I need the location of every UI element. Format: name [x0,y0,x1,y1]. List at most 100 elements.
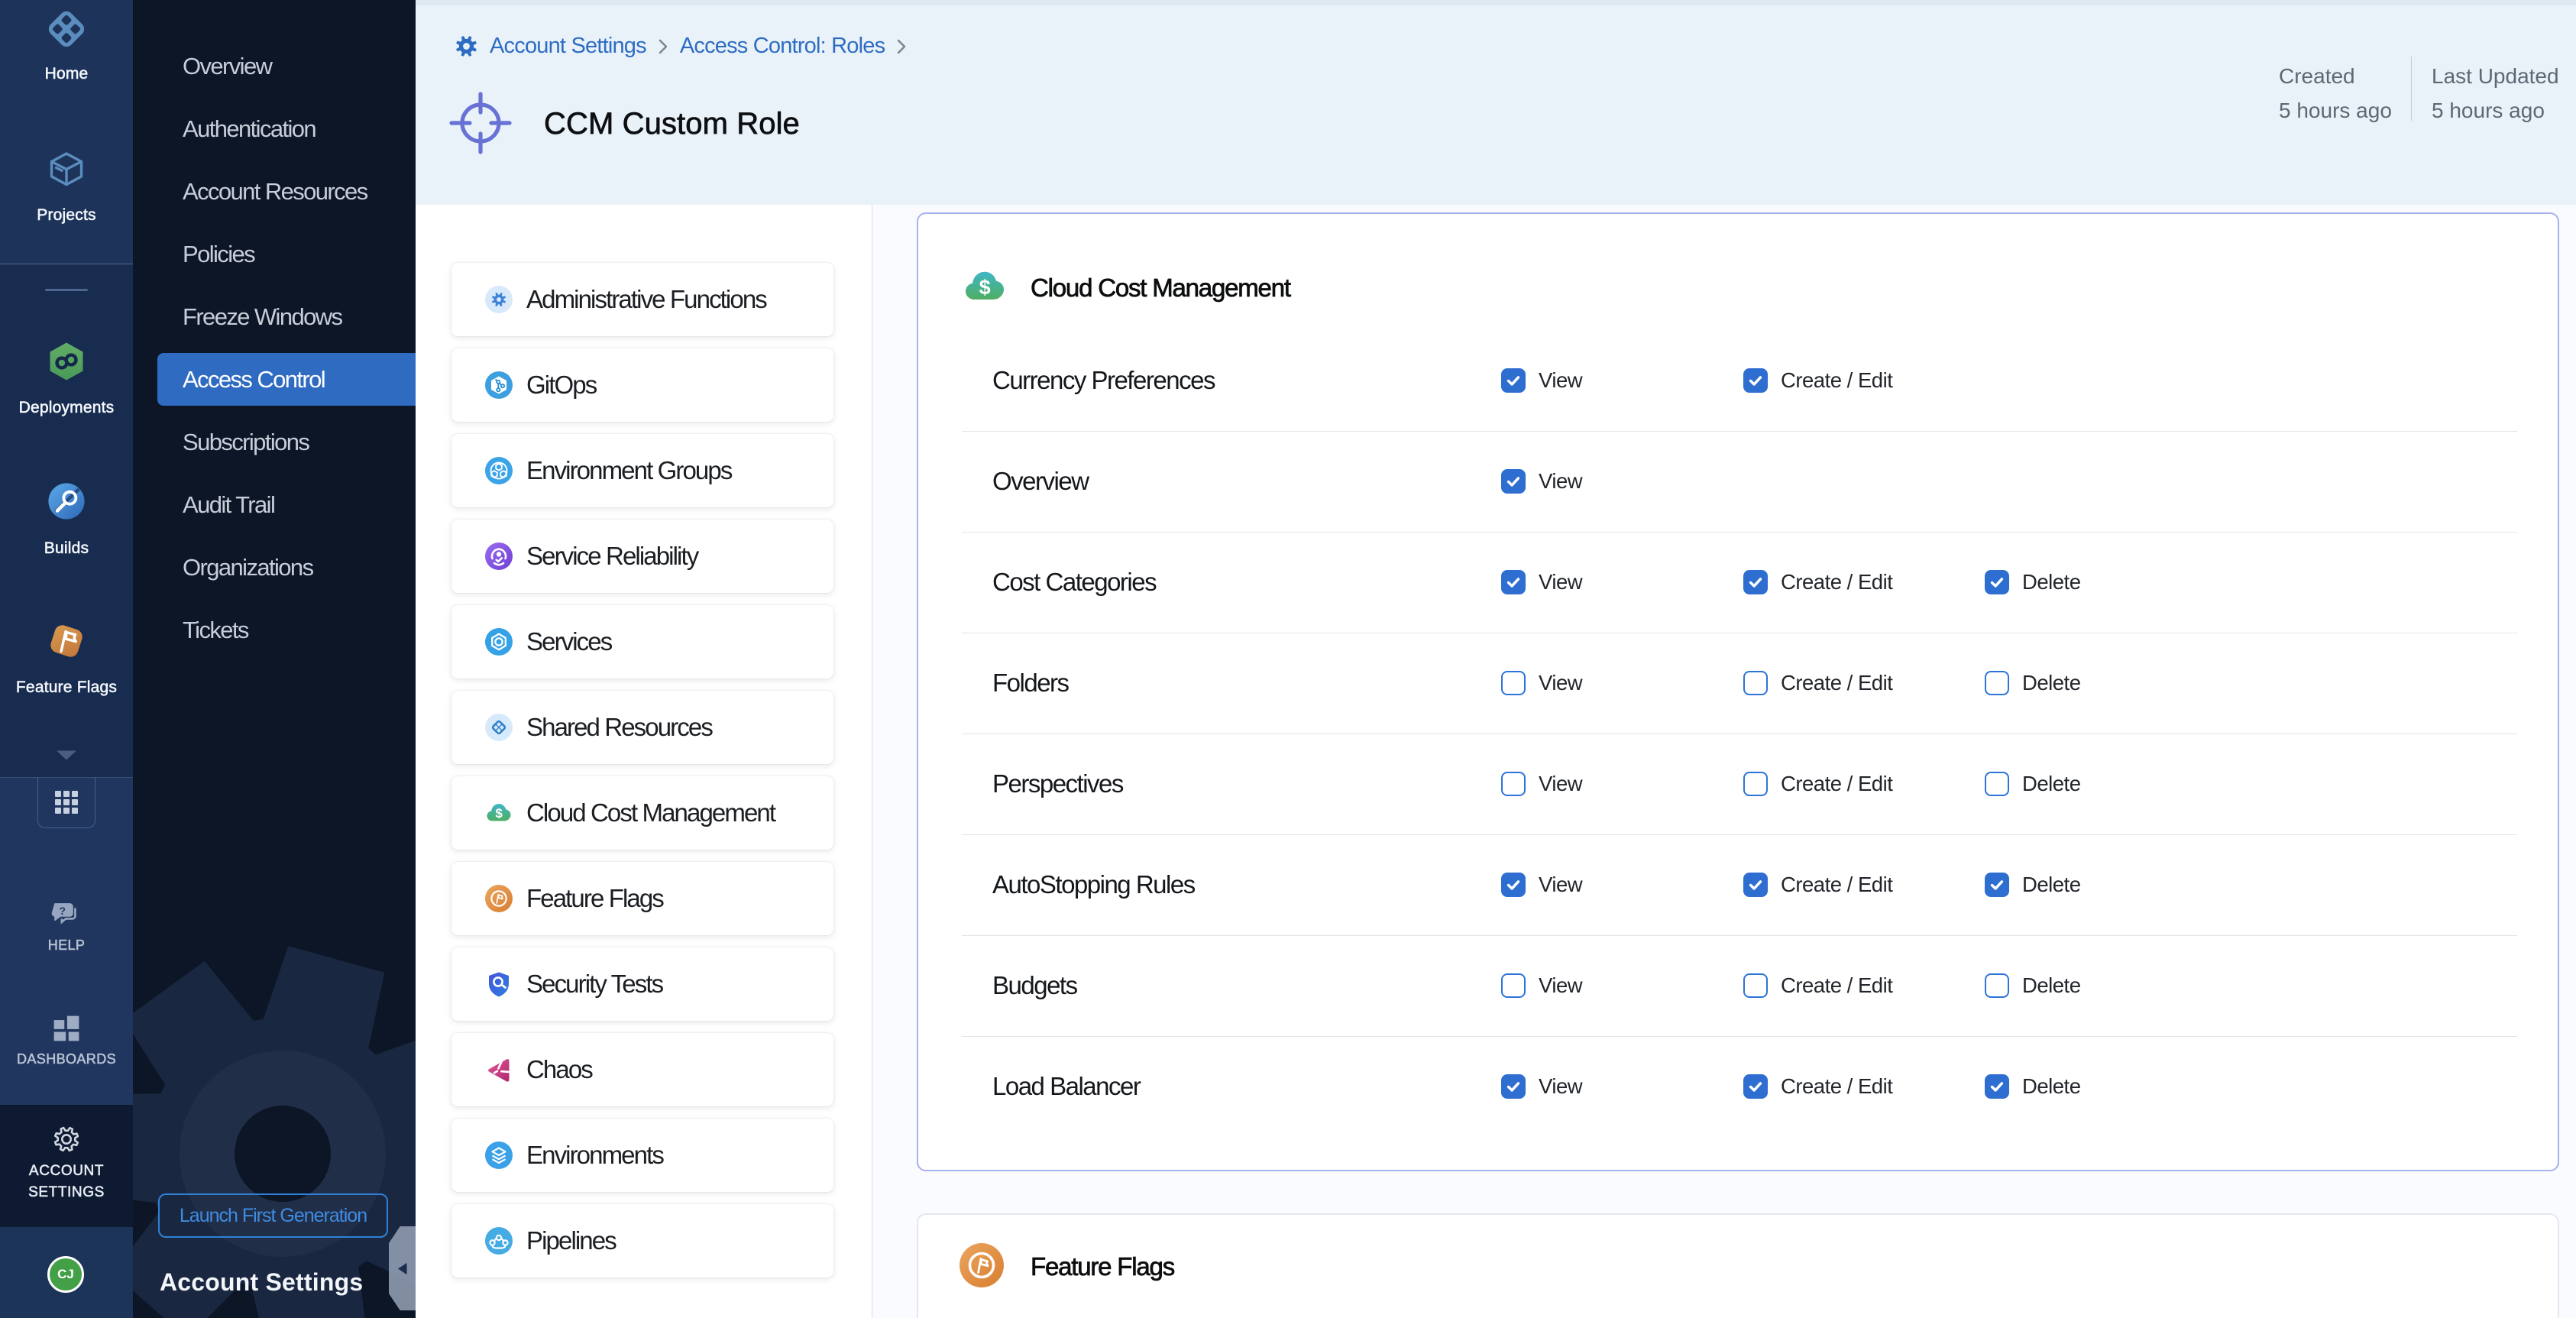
permission-card-title: Cloud Cost Management [1031,274,1290,303]
permission-view: View [1501,1074,1582,1099]
gear-watermark [133,940,416,1318]
sidebar-item-access-control[interactable]: Access Control [133,348,416,411]
resource-card-feature-flags[interactable]: Feature Flags [451,862,833,935]
permission-label: Create / Edit [1781,973,1892,998]
resource-card-label: Service Reliability [526,542,697,571]
checked-checkbox[interactable] [1743,570,1768,594]
sidebar-item-freeze-windows[interactable]: Freeze Windows [133,286,416,348]
permission-row-autostopping-rules: AutoStopping RulesViewCreate / EditDelet… [918,834,2558,935]
unchecked-checkbox[interactable] [1985,671,2009,695]
permission-delete: Delete [1985,873,2081,897]
sidebar-footer-title: Account Settings [160,1268,363,1297]
unchecked-checkbox[interactable] [1501,671,1526,695]
sidebar-item-label: Audit Trail [183,491,274,519]
checked-checkbox[interactable] [1501,469,1526,494]
rail-item-deployments[interactable]: Deployments [0,341,133,417]
sidebar-item-label: Policies [183,241,254,268]
unchecked-checkbox[interactable] [1501,772,1526,796]
apps-grid-button[interactable] [37,777,95,828]
main-area: Account SettingsAccess Control: Roles CC… [416,0,2576,1318]
resource-card-services[interactable]: Services [451,605,833,678]
avatar[interactable]: CJ [47,1256,84,1293]
rail-item-help[interactable]: ?HELP [0,899,133,955]
checked-checkbox[interactable] [1501,873,1526,897]
checked-checkbox[interactable] [1743,1074,1768,1099]
permission-row-folders: FoldersViewCreate / EditDelete [918,633,2558,733]
last-updated-value: 5 hours ago [2432,93,2559,128]
rail-item-feature-flags[interactable]: Feature Flags [0,620,133,697]
permission-delete: Delete [1985,973,2081,998]
unchecked-checkbox[interactable] [1985,973,2009,998]
dashboards-icon [51,1013,82,1044]
sidebar-collapse-handle[interactable] [389,1226,416,1310]
checked-checkbox[interactable] [1501,1074,1526,1099]
rail-item-feature-flags-label: Feature Flags [16,678,117,697]
sidebar-item-audit-trail[interactable]: Audit Trail [133,474,416,536]
sidebar-item-tickets[interactable]: Tickets [133,599,416,662]
resource-card-service-reliability[interactable]: Service Reliability [451,520,833,593]
resource-card-pipelines[interactable]: Pipelines [451,1204,833,1278]
unchecked-checkbox[interactable] [1743,671,1768,695]
resource-card-cloud-cost-management[interactable]: $Cloud Cost Management [451,776,833,850]
checked-checkbox[interactable] [1743,368,1768,393]
permission-view: View [1501,368,1582,393]
resource-card-label: Services [526,627,611,656]
resource-card-label: Environments [526,1141,663,1170]
app-root: Home Projects Deployments Builds Feature… [0,0,2576,1318]
sidebar-item-organizations[interactable]: Organizations [133,536,416,599]
security-tests-icon [485,970,513,998]
feature-flags-module-icon [46,620,87,662]
rail-item-home[interactable]: Home [0,6,133,83]
checked-checkbox[interactable] [1985,873,2009,897]
created-value: 5 hours ago [2279,93,2392,128]
settings-sidebar: OverviewAuthenticationAccount Resources P… [133,0,416,1318]
checked-checkbox[interactable] [1985,570,2009,594]
breadcrumb-link-2[interactable]: Access Control: Roles [680,34,885,59]
resource-card-shared-resources[interactable]: Shared Resources [451,691,833,764]
permission-row-perspectives: PerspectivesViewCreate / EditDelete [918,733,2558,834]
checked-checkbox[interactable] [1501,570,1526,594]
resource-card-gitops[interactable]: GitOps [451,348,833,422]
unchecked-checkbox[interactable] [1501,973,1526,998]
resource-card-security-tests[interactable]: Security Tests [451,947,833,1021]
resource-card-label: Environment Groups [526,456,731,485]
checked-checkbox[interactable] [1985,1074,2009,1099]
unchecked-checkbox[interactable] [1743,772,1768,796]
sidebar-item-account-resources[interactable]: Account Resources [133,160,416,223]
permission-row-overview: OverviewView [918,431,2558,532]
resource-card-chaos[interactable]: Chaos [451,1033,833,1106]
checked-checkbox[interactable] [1501,368,1526,393]
rail-item-dashboards[interactable]: DASHBOARDS [0,1013,133,1069]
breadcrumb-link-1[interactable]: Account Settings [490,34,646,59]
launch-first-generation-button[interactable]: Launch First Generation [158,1193,388,1238]
apps-grid-icon [53,789,79,815]
permission-label: Delete [2022,973,2081,998]
rail-item-deployments-label: Deployments [19,398,115,417]
sidebar-item-authentication[interactable]: Authentication [133,98,416,160]
rail-item-builds[interactable]: Builds [0,481,133,558]
last-updated-label: Last Updated [2432,59,2559,93]
chevron-down-icon[interactable] [0,750,133,761]
permission-label: Create / Edit [1781,1074,1892,1099]
projects-cube-icon [46,148,87,189]
checked-checkbox[interactable] [1743,873,1768,897]
rail-item-account-settings[interactable]: ACCOUNTSETTINGS [0,1125,133,1203]
sidebar-item-policies[interactable]: Policies [133,223,416,286]
crosshair-icon [448,91,513,155]
gear-outline-icon [52,1125,81,1154]
rail-item-projects[interactable]: Projects [0,148,133,225]
sidebar-item-subscriptions[interactable]: Subscriptions [133,411,416,474]
permission-view: View [1501,873,1582,897]
resource-card-administrative-functions[interactable]: Administrative Functions [451,263,833,336]
row-separator [962,431,2517,432]
unchecked-checkbox[interactable] [1743,973,1768,998]
resource-card-environment-groups[interactable]: Environment Groups [451,434,833,507]
environment-groups-icon [485,457,513,484]
feature-flags-badge-icon [485,885,513,912]
unchecked-checkbox[interactable] [1985,772,2009,796]
resource-card-environments[interactable]: Environments [451,1119,833,1192]
sidebar-item-overview[interactable]: Overview [133,35,416,98]
row-separator [962,1036,2517,1037]
permission-label: Create / Edit [1781,671,1892,695]
permission-label: View [1539,973,1582,998]
